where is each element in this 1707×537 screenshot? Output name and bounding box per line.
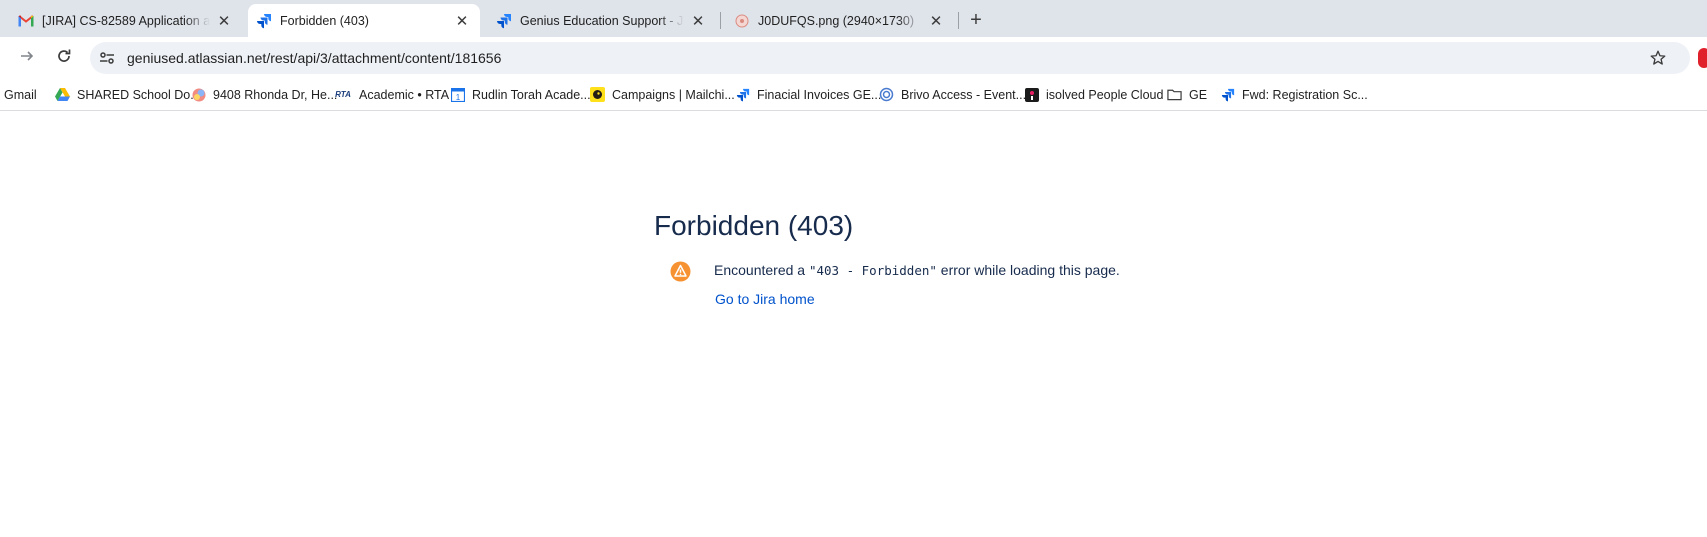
close-tab-icon[interactable]: ✕ (690, 13, 706, 30)
bookmark-rhonda-dr[interactable]: 9408 Rhonda Dr, He... (191, 85, 337, 104)
bookmark-label: SHARED School Do... (77, 87, 201, 102)
go-to-jira-home-link[interactable]: Go to Jira home (715, 291, 815, 307)
close-tab-icon[interactable]: ✕ (454, 13, 470, 30)
url-text[interactable]: geniused.atlassian.net/rest/api/3/attach… (127, 50, 501, 66)
bookmark-financial-invoices[interactable]: Finacial Invoices GE... (735, 85, 881, 104)
tab-strip: [JIRA] CS-82589 Application and ✕ Forbid… (0, 0, 1707, 37)
close-tab-icon[interactable]: ✕ (216, 13, 232, 30)
reload-button[interactable] (51, 45, 77, 71)
mailchimp-icon (590, 87, 605, 102)
error-message-prefix: Encountered a (714, 262, 809, 278)
tab-gmail[interactable]: [JIRA] CS-82589 Application and ✕ (10, 4, 240, 37)
calendar-icon: 1 (450, 87, 465, 102)
arrow-right-icon (19, 48, 35, 69)
address-bar[interactable]: geniused.atlassian.net/rest/api/3/attach… (90, 42, 1690, 74)
tab-title: Forbidden (403) (280, 13, 369, 28)
rta-logo-icon: RTA (335, 90, 351, 99)
new-tab-button[interactable]: + (964, 8, 988, 32)
bookmark-label: 9408 Rhonda Dr, He... (213, 87, 338, 102)
bookmarks-bar: Gmail SHARED School Do... 9408 Rhonda Dr… (0, 79, 1707, 111)
google-drive-icon (55, 87, 70, 102)
bookmark-star-icon[interactable] (1647, 47, 1669, 69)
svg-text:1: 1 (455, 93, 460, 102)
bookmark-shared-school-docs[interactable]: SHARED School Do... (55, 85, 201, 104)
jira-icon (496, 13, 512, 29)
jira-icon (1220, 87, 1235, 102)
bookmark-rudlin-torah[interactable]: 1 Rudlin Torah Acade... (450, 85, 591, 104)
plus-icon: + (970, 8, 982, 31)
error-message-suffix: error while loading this page. (936, 262, 1120, 278)
extension-icon[interactable] (1698, 48, 1707, 68)
gmail-icon (18, 13, 34, 29)
bookmark-label: isolved People Cloud (1046, 87, 1164, 102)
page-content: Forbidden (403) Encountered a "403 - For… (0, 111, 1707, 537)
bookmark-mailchimp[interactable]: Campaigns | Mailchi... (590, 85, 735, 104)
tab-separator (958, 12, 959, 29)
isolved-icon (1024, 87, 1039, 102)
page-title: Forbidden (403) (654, 210, 854, 241)
bookmark-isolved[interactable]: isolved People Cloud (1024, 85, 1163, 104)
bookmark-folder-ge[interactable]: GE (1167, 85, 1207, 104)
jira-icon (256, 13, 272, 29)
site-info-icon[interactable] (98, 49, 116, 67)
bookmark-label: Brivo Access - Event... (901, 87, 1027, 102)
bookmark-label: GE (1189, 87, 1208, 102)
tab-title: J0DUFQS.png (2940×1730) (758, 13, 914, 28)
tab-title: [JIRA] CS-82589 Application and (42, 13, 210, 28)
colorful-circle-icon (191, 87, 206, 102)
bookmark-label: Finacial Invoices GE... (757, 87, 882, 102)
close-tab-icon[interactable]: ✕ (928, 13, 944, 30)
bookmark-fwd-registration[interactable]: Fwd: Registration Sc... (1220, 85, 1368, 104)
warning-icon (670, 261, 691, 282)
bookmark-label: Campaigns | Mailchi... (612, 87, 735, 102)
brivo-icon (879, 87, 894, 102)
tab-genius-support[interactable]: Genius Education Support - Jira ✕ (488, 4, 714, 37)
error-code: "403 - Forbidden" (808, 263, 937, 278)
bookmark-label: Fwd: Registration Sc... (1242, 87, 1368, 102)
tab-forbidden[interactable]: Forbidden (403) ✕ (248, 4, 480, 37)
folder-icon (1167, 87, 1182, 102)
tab-image[interactable]: J0DUFQS.png (2940×1730) ✕ (726, 4, 952, 37)
bookmark-label: Rudlin Torah Acade... (472, 87, 591, 102)
error-message: Encountered a "403 - Forbidden" error wh… (714, 262, 1120, 278)
bookmark-gmail[interactable]: Gmail (4, 85, 37, 104)
bookmark-brivo[interactable]: Brivo Access - Event... (879, 85, 1026, 104)
reload-icon (56, 48, 72, 69)
bookmark-label: Academic • RTA (359, 87, 450, 102)
tab-title: Genius Education Support - Jira (520, 13, 684, 28)
browser-toolbar: geniused.atlassian.net/rest/api/3/attach… (0, 37, 1707, 79)
bookmark-label: Gmail (4, 87, 37, 102)
forward-button[interactable] (14, 45, 40, 71)
tab-separator (720, 12, 721, 29)
image-icon (734, 13, 750, 29)
bookmark-academic-rta[interactable]: RTA Academic • RTA (334, 85, 449, 104)
jira-icon (735, 87, 750, 102)
